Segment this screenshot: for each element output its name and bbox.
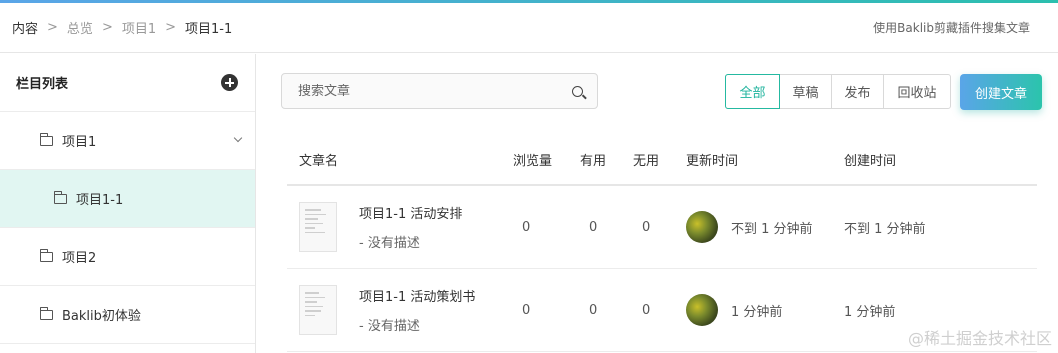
breadcrumb-project1[interactable]: 项目1	[122, 18, 156, 37]
sidebar-item-label: 项目1-1	[76, 193, 124, 208]
useful-value: 0	[589, 302, 598, 318]
folder-icon	[39, 306, 53, 320]
col-header-created: 创建时间	[844, 153, 897, 169]
status-filter-group: 全部 草稿 发布 回收站	[725, 74, 951, 109]
article-name-cell: 项目1-1 活动策划书 - 没有描述	[287, 285, 513, 335]
filter-draft[interactable]: 草稿	[780, 75, 832, 108]
article-name-cell: 项目1-1 活动安排 - 没有描述	[287, 202, 513, 252]
created-time: 1 分钟前	[844, 304, 896, 320]
folder-icon	[53, 190, 67, 204]
col-header-views: 浏览量	[513, 153, 553, 169]
folder-icon	[39, 132, 53, 146]
clipper-plugin-link[interactable]: 使用Baklib剪藏插件搜集文章	[873, 19, 1046, 36]
search-icon[interactable]	[572, 85, 583, 97]
sidebar-item-project2[interactable]: 项目2	[0, 228, 255, 286]
articles-table: 文章名 浏览量 有用 无用 更新时间 创建时间 项目1-1 活动安排 - 没有描…	[287, 134, 1037, 352]
document-thumbnail	[299, 202, 337, 252]
breadcrumb-separator: >	[101, 20, 113, 35]
sidebar-header: 栏目列表	[0, 54, 255, 112]
col-header-useless: 无用	[633, 153, 660, 169]
breadcrumb-overview[interactable]: 总览	[67, 18, 93, 37]
useless-value: 0	[642, 219, 651, 235]
sidebar: 栏目列表 项目1 项目1-1 项目2 Baklib初体验	[0, 54, 256, 353]
sidebar-item-project1-1[interactable]: 项目1-1	[0, 170, 255, 228]
useless-value: 0	[642, 302, 651, 318]
main-content: 全部 草稿 发布 回收站 创建文章 文章名 浏览量 有用 无用 更新时间 创建时…	[257, 54, 1058, 353]
create-article-button[interactable]: 创建文章	[960, 74, 1042, 110]
filter-published[interactable]: 发布	[832, 75, 884, 108]
article-description: - 没有描述	[359, 319, 420, 334]
col-header-name: 文章名	[299, 153, 339, 169]
updated-time: 不到 1 分钟前	[731, 221, 813, 237]
sidebar-item-label: Baklib初体验	[62, 309, 141, 324]
add-circle-icon[interactable]	[221, 74, 238, 91]
avatar	[686, 211, 718, 243]
updated-cell: 1 分钟前	[686, 294, 844, 326]
sidebar-item-label: 项目1	[62, 135, 97, 150]
folder-icon	[39, 248, 53, 262]
updated-time: 1 分钟前	[731, 304, 783, 320]
breadcrumb-content[interactable]: 内容	[12, 18, 38, 37]
table-header: 文章名 浏览量 有用 无用 更新时间 创建时间	[287, 134, 1037, 186]
table-row[interactable]: 项目1-1 活动安排 - 没有描述 0 0 0 不到 1 分钟前 不到 1 分钟…	[287, 186, 1037, 269]
views-value: 0	[522, 219, 531, 235]
article-title[interactable]: 项目1-1 活动策划书	[359, 286, 475, 305]
article-description: - 没有描述	[359, 236, 420, 251]
search-box	[281, 73, 598, 109]
created-time: 不到 1 分钟前	[844, 221, 926, 237]
breadcrumb-separator: >	[165, 20, 177, 35]
updated-cell: 不到 1 分钟前	[686, 211, 844, 243]
chevron-down-icon[interactable]	[233, 133, 243, 142]
sidebar-item-baklib-intro[interactable]: Baklib初体验	[0, 286, 255, 344]
top-header: 内容 > 总览 > 项目1 > 项目1-1 使用Baklib剪藏插件搜集文章	[0, 3, 1058, 53]
sidebar-item-project1[interactable]: 项目1	[0, 112, 255, 170]
views-value: 0	[522, 302, 531, 318]
watermark-text: @稀土掘金技术社区	[907, 329, 1052, 348]
breadcrumb-separator: >	[47, 20, 58, 35]
article-title[interactable]: 项目1-1 活动安排	[359, 203, 462, 222]
filter-all[interactable]: 全部	[725, 74, 780, 109]
avatar	[686, 294, 718, 326]
filter-trash[interactable]: 回收站	[884, 75, 950, 108]
col-header-updated: 更新时间	[686, 153, 739, 169]
breadcrumb: 内容 > 总览 > 项目1 > 项目1-1	[12, 18, 232, 37]
useful-value: 0	[589, 219, 598, 235]
sidebar-title: 栏目列表	[16, 77, 69, 92]
document-thumbnail	[299, 285, 337, 335]
breadcrumb-current: 项目1-1	[185, 22, 233, 37]
sidebar-item-label: 项目2	[62, 251, 97, 266]
col-header-useful: 有用	[580, 153, 607, 169]
search-input[interactable]	[298, 83, 572, 99]
